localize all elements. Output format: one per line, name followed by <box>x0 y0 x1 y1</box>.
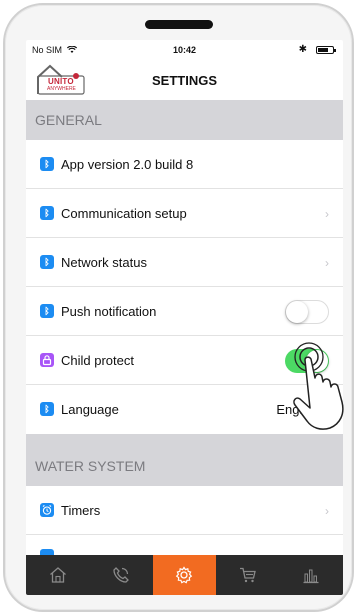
chevron-right-icon: › <box>325 504 329 518</box>
tab-support[interactable] <box>89 555 152 595</box>
chevron-right-icon: › <box>325 207 329 221</box>
row-communication-setup[interactable]: ᛒ Communication setup › <box>26 189 343 238</box>
row-label: Push notification <box>61 304 157 319</box>
tab-statistics[interactable] <box>280 555 343 595</box>
tap-hand-icon <box>293 342 344 430</box>
row-label: Language <box>61 402 119 417</box>
speaker-grille <box>145 20 213 29</box>
section-title: WATER SYSTEM <box>35 458 146 474</box>
alarm-clock-icon <box>40 503 54 517</box>
row-label: App version 2.0 build 8 <box>61 157 194 172</box>
row-app-version: ᛒ App version 2.0 build 8 <box>26 140 343 189</box>
bluetooth-icon: ᛒ <box>40 402 54 416</box>
tab-home[interactable] <box>26 555 89 595</box>
bluetooth-icon: ᛒ <box>40 255 54 269</box>
app-screen: No SIM 10:42 ✱ UNITO ANYWHERE SETTINGS G… <box>26 40 343 595</box>
bluetooth-icon: ✱ <box>298 44 307 55</box>
row-label: Timers <box>61 503 101 518</box>
tab-bar <box>26 555 343 595</box>
row-label: Child protect <box>61 353 134 368</box>
bluetooth-icon: ᛒ <box>40 157 54 171</box>
status-time: 10:42 <box>172 45 197 55</box>
bluetooth-icon: ᛒ <box>40 304 54 318</box>
row-label: Network status <box>61 255 147 270</box>
phone-frame: No SIM 10:42 ✱ UNITO ANYWHERE SETTINGS G… <box>3 3 354 612</box>
battery-icon <box>316 46 336 54</box>
cart-icon <box>239 567 256 583</box>
tab-settings[interactable] <box>152 555 217 595</box>
row-push-notification: ᛒ Push notification <box>26 287 343 336</box>
row-timers[interactable]: Timers › <box>26 486 343 535</box>
push-notification-toggle[interactable] <box>285 300 329 324</box>
chevron-right-icon: › <box>325 256 329 270</box>
bluetooth-icon: ᛒ <box>40 206 54 220</box>
gear-icon <box>176 566 193 584</box>
bar-chart-icon <box>303 569 319 584</box>
phone-icon <box>113 567 129 583</box>
lock-icon <box>40 353 54 367</box>
toggle-knob <box>286 301 308 323</box>
section-header-water-system: WATER SYSTEM <box>26 434 343 486</box>
section-header-general: GENERAL <box>26 100 343 140</box>
tab-cart[interactable] <box>216 555 279 595</box>
section-title: GENERAL <box>35 112 102 128</box>
nav-bar: UNITO ANYWHERE SETTINGS <box>26 60 343 100</box>
row-network-status[interactable]: ᛒ Network status › <box>26 238 343 287</box>
status-bar: No SIM 10:42 ✱ <box>26 40 343 60</box>
home-icon <box>49 567 66 583</box>
row-label: Communication setup <box>61 206 187 221</box>
page-title: SETTINGS <box>151 73 217 88</box>
